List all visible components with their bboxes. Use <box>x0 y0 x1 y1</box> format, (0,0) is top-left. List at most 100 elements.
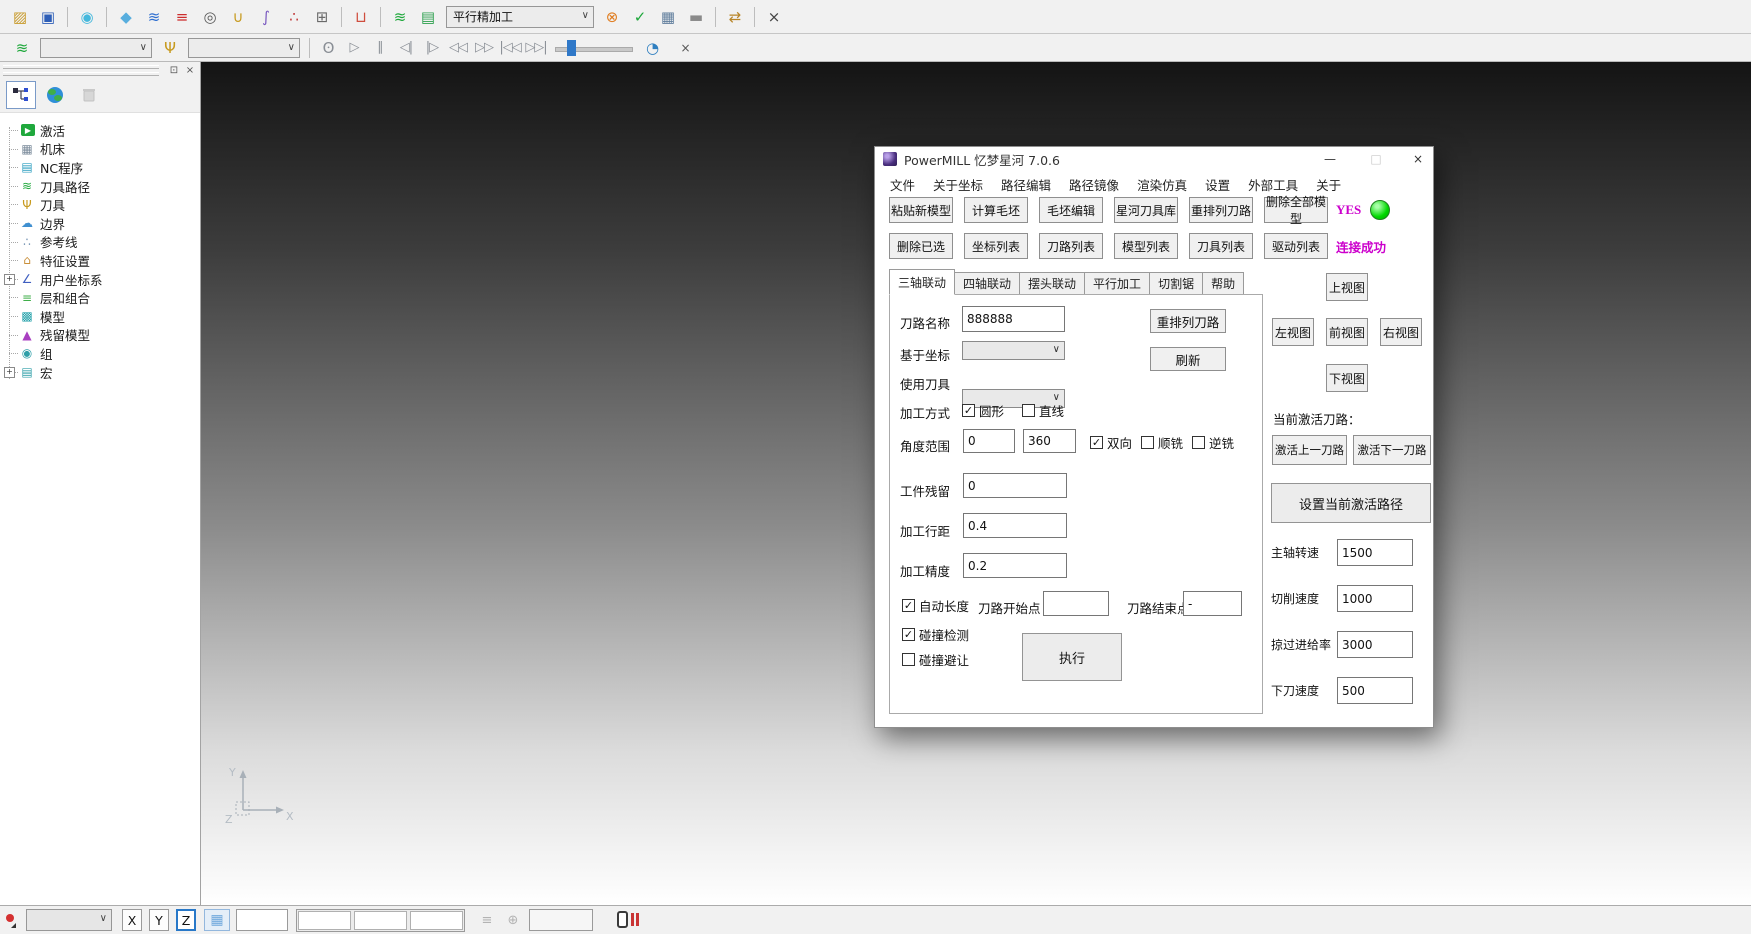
view-right-button[interactable]: 右视图 <box>1380 318 1422 346</box>
checkbox-box[interactable] <box>902 653 915 666</box>
panel-float-button[interactable]: ⊡ <box>167 64 181 77</box>
checkbox-box[interactable] <box>902 628 915 641</box>
clipboard-pause-icon[interactable] <box>617 910 643 930</box>
feed-rate-input[interactable] <box>1337 539 1413 566</box>
checkbox-box[interactable] <box>962 404 975 417</box>
stock-allowance-input[interactable] <box>963 473 1067 498</box>
view-bottom-button[interactable]: 下视图 <box>1326 364 1368 392</box>
fast-forward-button[interactable]: ▷▷ <box>472 37 496 59</box>
tab-parallel[interactable]: 平行加工 <box>1085 272 1150 295</box>
tab-tilt-head[interactable]: 摆头联动 <box>1020 272 1085 295</box>
start-point-input[interactable] <box>1043 591 1109 616</box>
activate-next-toolpath-button[interactable]: 激活下一刀路 <box>1353 435 1431 465</box>
save-project-icon[interactable]: ▣ <box>36 4 60 30</box>
curve-edit-icon[interactable]: ∫ <box>254 4 278 30</box>
maximize-button[interactable]: □ <box>1361 147 1391 171</box>
tool-compare-icon[interactable]: ⇄ <box>723 4 747 30</box>
tree-item-activate[interactable]: + ▶ 激活 <box>0 121 200 140</box>
activate-prev-toolpath-button[interactable]: 激活上一刀路 <box>1272 435 1347 465</box>
menu-item[interactable]: 设置 <box>1196 173 1239 195</box>
angle-from-input[interactable] <box>963 429 1015 453</box>
explorer-tree-tab[interactable] <box>6 81 36 109</box>
lightbulb-icon[interactable]: ʘ <box>316 37 340 59</box>
pause-button[interactable]: ∥ <box>368 37 392 59</box>
active-toolpath-icon[interactable]: ≋ <box>388 4 412 30</box>
toolpath-list-button[interactable]: 刀路列表 <box>1039 233 1103 259</box>
end-point-input[interactable] <box>1183 591 1242 616</box>
tree-item-stock-models[interactable]: + ▲ 残留模型 <box>0 326 200 345</box>
collision-avoid-checkbox[interactable]: 碰撞避让 <box>902 650 969 669</box>
tab-help[interactable]: 帮助 <box>1203 272 1244 295</box>
cursor-z-field[interactable] <box>410 911 463 930</box>
coordinate-list-button[interactable]: 坐标列表 <box>964 233 1028 259</box>
explorer-trash-tab[interactable] <box>74 81 104 109</box>
feed-rate-input[interactable] <box>1337 631 1413 658</box>
refresh-button[interactable]: 刷新 <box>1150 347 1226 371</box>
checkbox-box[interactable] <box>1141 436 1154 449</box>
compute-block-button[interactable]: 计算毛坯 <box>964 197 1028 223</box>
stepover-input[interactable] <box>963 513 1067 538</box>
tool-library-button[interactable]: 星河刀具库 <box>1114 197 1178 223</box>
tree-item-feature-sets[interactable]: + ⌂ 特征设置 <box>0 251 200 270</box>
slider-handle[interactable] <box>567 40 576 56</box>
grid-size-field[interactable] <box>236 909 288 931</box>
expand-toggle-icon[interactable]: + <box>4 367 15 378</box>
tree-item-workplanes[interactable]: + ∠ 用户坐标系 <box>0 270 200 289</box>
paste-new-model-button[interactable]: 粘贴新模型 <box>889 197 953 223</box>
ball-tool-icon[interactable]: ◎ <box>198 4 222 30</box>
tree-item-models[interactable]: + ▩ 模型 <box>0 307 200 326</box>
model-list-button[interactable]: 模型列表 <box>1114 233 1178 259</box>
tree-item-machine-tool[interactable]: + ▦ 机床 <box>0 140 200 159</box>
go-to-start-button[interactable]: |◁◁ <box>498 37 522 59</box>
delete-all-models-button[interactable]: 删除全部模型 <box>1264 197 1328 223</box>
view-top-button[interactable]: 上视图 <box>1326 273 1368 301</box>
tolerance-input[interactable] <box>963 553 1067 578</box>
toolbar-close-button[interactable]: × <box>762 4 786 30</box>
simulation-speed-slider[interactable] <box>555 38 633 58</box>
climb-mill-checkbox[interactable]: 顺铣 <box>1141 433 1183 452</box>
tree-item-levels-sets[interactable]: + ≡ 层和组合 <box>0 288 200 307</box>
angle-to-input[interactable] <box>1023 429 1076 453</box>
go-to-end-button[interactable]: ▷▷| <box>524 37 548 59</box>
points-icon[interactable]: ∴ <box>282 4 306 30</box>
base-coordinate-select[interactable]: ∨ <box>962 341 1065 360</box>
panel-grip-handle[interactable] <box>3 65 165 76</box>
sim-toolbar-close-button[interactable]: × <box>673 37 697 59</box>
explorer-panel-header[interactable]: ⊡ × <box>0 62 200 78</box>
block-icon[interactable]: ◆ <box>114 4 138 30</box>
tree-item-boundaries[interactable]: + ☁ 边界 <box>0 214 200 233</box>
axis-y-button[interactable]: Y <box>149 909 169 931</box>
execute-button[interactable]: 执行 <box>1022 633 1122 681</box>
toolpath-name-input[interactable] <box>962 306 1065 332</box>
checkbox-box[interactable] <box>1022 404 1035 417</box>
grid-toggle-button[interactable]: ▦ <box>204 909 230 931</box>
panel-close-button[interactable]: × <box>183 64 197 77</box>
tab-4axis[interactable]: 四轴联动 <box>955 272 1020 295</box>
simulation-entry-icon[interactable]: ⊗ <box>600 4 624 30</box>
menu-item[interactable]: 文件 <box>881 173 924 195</box>
open-project-icon[interactable]: ▨ <box>8 4 32 30</box>
bidirectional-checkbox[interactable]: 双向 <box>1090 433 1132 452</box>
collision-check-checkbox[interactable]: 碰撞检测 <box>902 625 969 644</box>
step-forward-button[interactable]: |▷ <box>420 37 444 59</box>
menu-item[interactable]: 外部工具 <box>1239 173 1307 195</box>
straight-checkbox[interactable]: 直线 <box>1022 401 1064 420</box>
boundary-icon[interactable]: ∪ <box>226 4 250 30</box>
play-button[interactable]: ▷ <box>342 37 366 59</box>
set-active-path-button[interactable]: 设置当前激活路径 <box>1271 483 1431 523</box>
draw-mode-icon[interactable] <box>4 912 18 928</box>
close-button[interactable]: × <box>1403 147 1433 171</box>
explorer-globe-tab[interactable] <box>40 81 70 109</box>
axis-x-button[interactable]: X <box>122 909 142 931</box>
menu-item[interactable]: 路径镜像 <box>1060 173 1128 195</box>
axis-z-button[interactable]: Z <box>176 909 196 931</box>
sim-tool-select[interactable]: ∨ <box>188 38 300 58</box>
step-back-button[interactable]: ◁| <box>394 37 418 59</box>
zlevel-toolpath-icon[interactable]: ≡ <box>170 4 194 30</box>
shaded-model-icon[interactable]: ◉ <box>75 4 99 30</box>
toolholder-icon[interactable]: ⊔ <box>349 4 373 30</box>
tab-saw[interactable]: 切割锯 <box>1150 272 1203 295</box>
menu-item[interactable]: 渲染仿真 <box>1128 173 1196 195</box>
tree-item-patterns[interactable]: + ∴ 参考线 <box>0 233 200 252</box>
rewind-button[interactable]: ◁◁ <box>446 37 470 59</box>
